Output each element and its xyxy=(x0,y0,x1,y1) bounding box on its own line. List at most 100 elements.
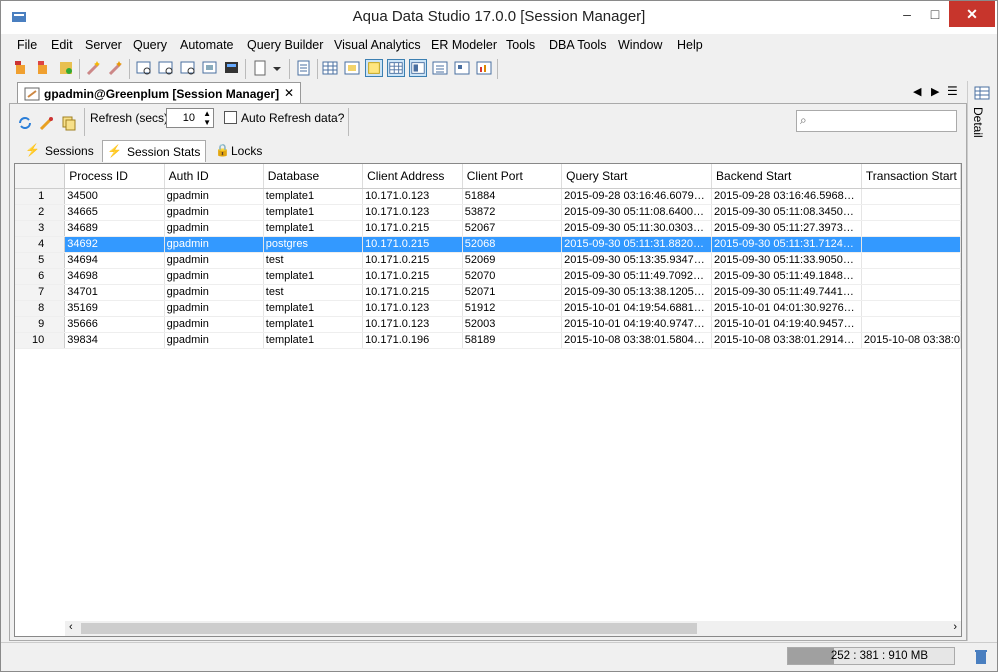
spinner-arrows-icon[interactable]: ▲ ▼ xyxy=(203,109,211,127)
table-cell[interactable]: 34694 xyxy=(64,252,165,269)
table-cell[interactable]: 35666 xyxy=(64,316,165,333)
table-cell[interactable]: gpadmin xyxy=(164,188,264,205)
menu-tools[interactable]: Tools xyxy=(506,38,535,52)
refresh-interval-spinner[interactable]: 10 ▲ ▼ xyxy=(166,108,214,128)
dropdown-arrow-icon[interactable] xyxy=(271,59,283,77)
table-cell[interactable] xyxy=(861,220,961,237)
execute-icon[interactable] xyxy=(223,59,241,77)
menu-help[interactable]: Help xyxy=(677,38,703,52)
wand-alt-icon[interactable] xyxy=(107,59,125,77)
row-number[interactable]: 3 xyxy=(15,220,66,237)
table-cell[interactable]: template1 xyxy=(263,332,364,349)
menu-query-builder[interactable]: Query Builder xyxy=(247,38,323,52)
table-cell[interactable]: template1 xyxy=(263,188,364,205)
table-cell[interactable]: 34500 xyxy=(64,188,165,205)
menu-server[interactable]: Server xyxy=(85,38,122,52)
table-row[interactable]: 5 34694 gpadmin test 10.171.0.215 52069 2015-0… xyxy=(15,252,961,269)
table-cell[interactable]: 2015-09-28 03:16:46.6079… xyxy=(561,188,713,205)
table-cell[interactable]: 52069 xyxy=(462,252,563,269)
tab-session-stats[interactable]: ⚡ Session Stats xyxy=(102,140,206,162)
table-cell[interactable]: template1 xyxy=(263,268,364,285)
table-cell[interactable]: 34689 xyxy=(64,220,165,237)
table-cell[interactable]: template1 xyxy=(263,316,364,333)
refresh-icon[interactable] xyxy=(16,114,34,132)
table-cell[interactable]: 2015-09-30 05:11:08.3450… xyxy=(711,204,862,221)
table-cell[interactable]: 10.171.0.123 xyxy=(362,316,463,333)
column-header[interactable]: Process ID xyxy=(64,164,165,189)
table-cell[interactable]: 10.171.0.215 xyxy=(362,236,463,253)
table-cell[interactable]: 10.171.0.196 xyxy=(362,332,463,349)
compare-icon[interactable] xyxy=(201,59,219,77)
table-cell[interactable]: 10.171.0.123 xyxy=(362,188,463,205)
detail-table-icon[interactable] xyxy=(974,85,990,101)
table-cell[interactable]: 39834 xyxy=(64,332,165,349)
row-number[interactable]: 1 xyxy=(15,188,66,205)
column-header[interactable]: Database xyxy=(263,164,364,189)
row-number[interactable]: 7 xyxy=(15,284,66,301)
table-row[interactable]: 4 34692 gpadmin postgres 10.171.0.215 52068 20… xyxy=(15,236,961,253)
table-cell[interactable] xyxy=(861,316,961,333)
detail-view-icon[interactable] xyxy=(409,59,427,77)
table-cell[interactable]: 52070 xyxy=(462,268,563,285)
table-cell[interactable]: 52067 xyxy=(462,220,563,237)
form-view-icon[interactable] xyxy=(343,59,361,77)
table-cell[interactable]: 2015-10-01 04:01:30.9276… xyxy=(711,300,862,317)
column-header[interactable]: Auth ID xyxy=(164,164,264,189)
table-cell[interactable]: template1 xyxy=(263,300,364,317)
query-window-icon[interactable] xyxy=(135,59,153,77)
table-cell[interactable]: 34698 xyxy=(64,268,165,285)
menu-edit[interactable]: Edit xyxy=(51,38,73,52)
scroll-left-icon[interactable]: ‹ xyxy=(69,621,73,633)
table-cell[interactable]: 2015-10-01 04:19:40.9457… xyxy=(711,316,862,333)
table-cell[interactable]: test xyxy=(263,284,364,301)
table-view-icon[interactable] xyxy=(387,59,405,77)
tab-sessions[interactable]: ⚡ Sessions xyxy=(21,140,97,162)
menu-file[interactable]: File xyxy=(17,38,37,52)
table-cell[interactable] xyxy=(861,284,961,301)
table-cell[interactable]: template1 xyxy=(263,220,364,237)
maximize-button[interactable]: □ xyxy=(921,1,949,27)
table-cell[interactable]: 2015-10-01 04:19:40.9747… xyxy=(561,316,713,333)
table-cell[interactable]: 2015-09-30 05:13:38.1205… xyxy=(561,284,713,301)
table-row[interactable]: 8 35169 gpadmin template1 10.171.0.123 51912 2… xyxy=(15,300,961,317)
auto-refresh-checkbox[interactable] xyxy=(224,111,237,124)
table-cell[interactable]: 2015-10-08 03:38:01.5804… xyxy=(561,332,713,349)
table-row[interactable]: 1 34500 gpadmin template1 10.171.0.123 51884 2… xyxy=(15,188,961,205)
table-cell[interactable]: test xyxy=(263,252,364,269)
table-cell[interactable]: 51912 xyxy=(462,300,563,317)
table-cell[interactable] xyxy=(861,188,961,205)
table-cell[interactable]: 10.171.0.123 xyxy=(362,204,463,221)
column-header[interactable] xyxy=(15,164,66,189)
table-cell[interactable]: 34665 xyxy=(64,204,165,221)
table-cell[interactable]: 2015-09-30 05:13:35.9347… xyxy=(561,252,713,269)
list-view-icon[interactable] xyxy=(431,59,449,77)
row-number[interactable]: 10 xyxy=(15,332,66,349)
table-cell[interactable] xyxy=(861,236,961,253)
table-cell[interactable]: 10.171.0.215 xyxy=(362,284,463,301)
column-header[interactable]: Client Address xyxy=(362,164,463,189)
table-cell[interactable]: 34692 xyxy=(64,236,165,253)
table-cell[interactable]: 34701 xyxy=(64,284,165,301)
edit-connection-icon[interactable] xyxy=(35,59,53,77)
tab-session-manager[interactable]: gpadmin@Greenplum [Session Manager] ✕ xyxy=(17,82,301,104)
table-row[interactable]: 7 34701 gpadmin test 10.171.0.215 52071 2015-0… xyxy=(15,284,961,301)
table-cell[interactable] xyxy=(861,268,961,285)
table-cell[interactable]: 2015-09-30 05:11:49.7092… xyxy=(561,268,713,285)
document-icon[interactable] xyxy=(251,59,269,77)
query-analyzer-icon[interactable] xyxy=(157,59,175,77)
menu-query[interactable]: Query xyxy=(133,38,167,52)
table-cell[interactable]: template1 xyxy=(263,204,364,221)
table-cell[interactable]: 2015-09-30 05:11:49.7441… xyxy=(711,284,862,301)
table-cell[interactable]: gpadmin xyxy=(164,300,264,317)
horizontal-scrollbar[interactable]: ‹ › xyxy=(65,621,961,636)
menu-automate[interactable]: Automate xyxy=(180,38,234,52)
split-view-icon[interactable] xyxy=(453,59,471,77)
menu-er-modeler[interactable]: ER Modeler xyxy=(431,38,497,52)
table-cell[interactable]: 2015-10-08 03:38:0 xyxy=(861,332,961,349)
kill-session-icon[interactable] xyxy=(38,114,56,132)
table-cell[interactable]: 2015-10-08 03:38:01.2914… xyxy=(711,332,862,349)
table-cell[interactable]: 2015-09-30 05:11:08.6400… xyxy=(561,204,713,221)
row-number[interactable]: 2 xyxy=(15,204,66,221)
row-number[interactable]: 6 xyxy=(15,268,66,285)
tab-locks[interactable]: 🔒 Locks xyxy=(211,140,271,162)
